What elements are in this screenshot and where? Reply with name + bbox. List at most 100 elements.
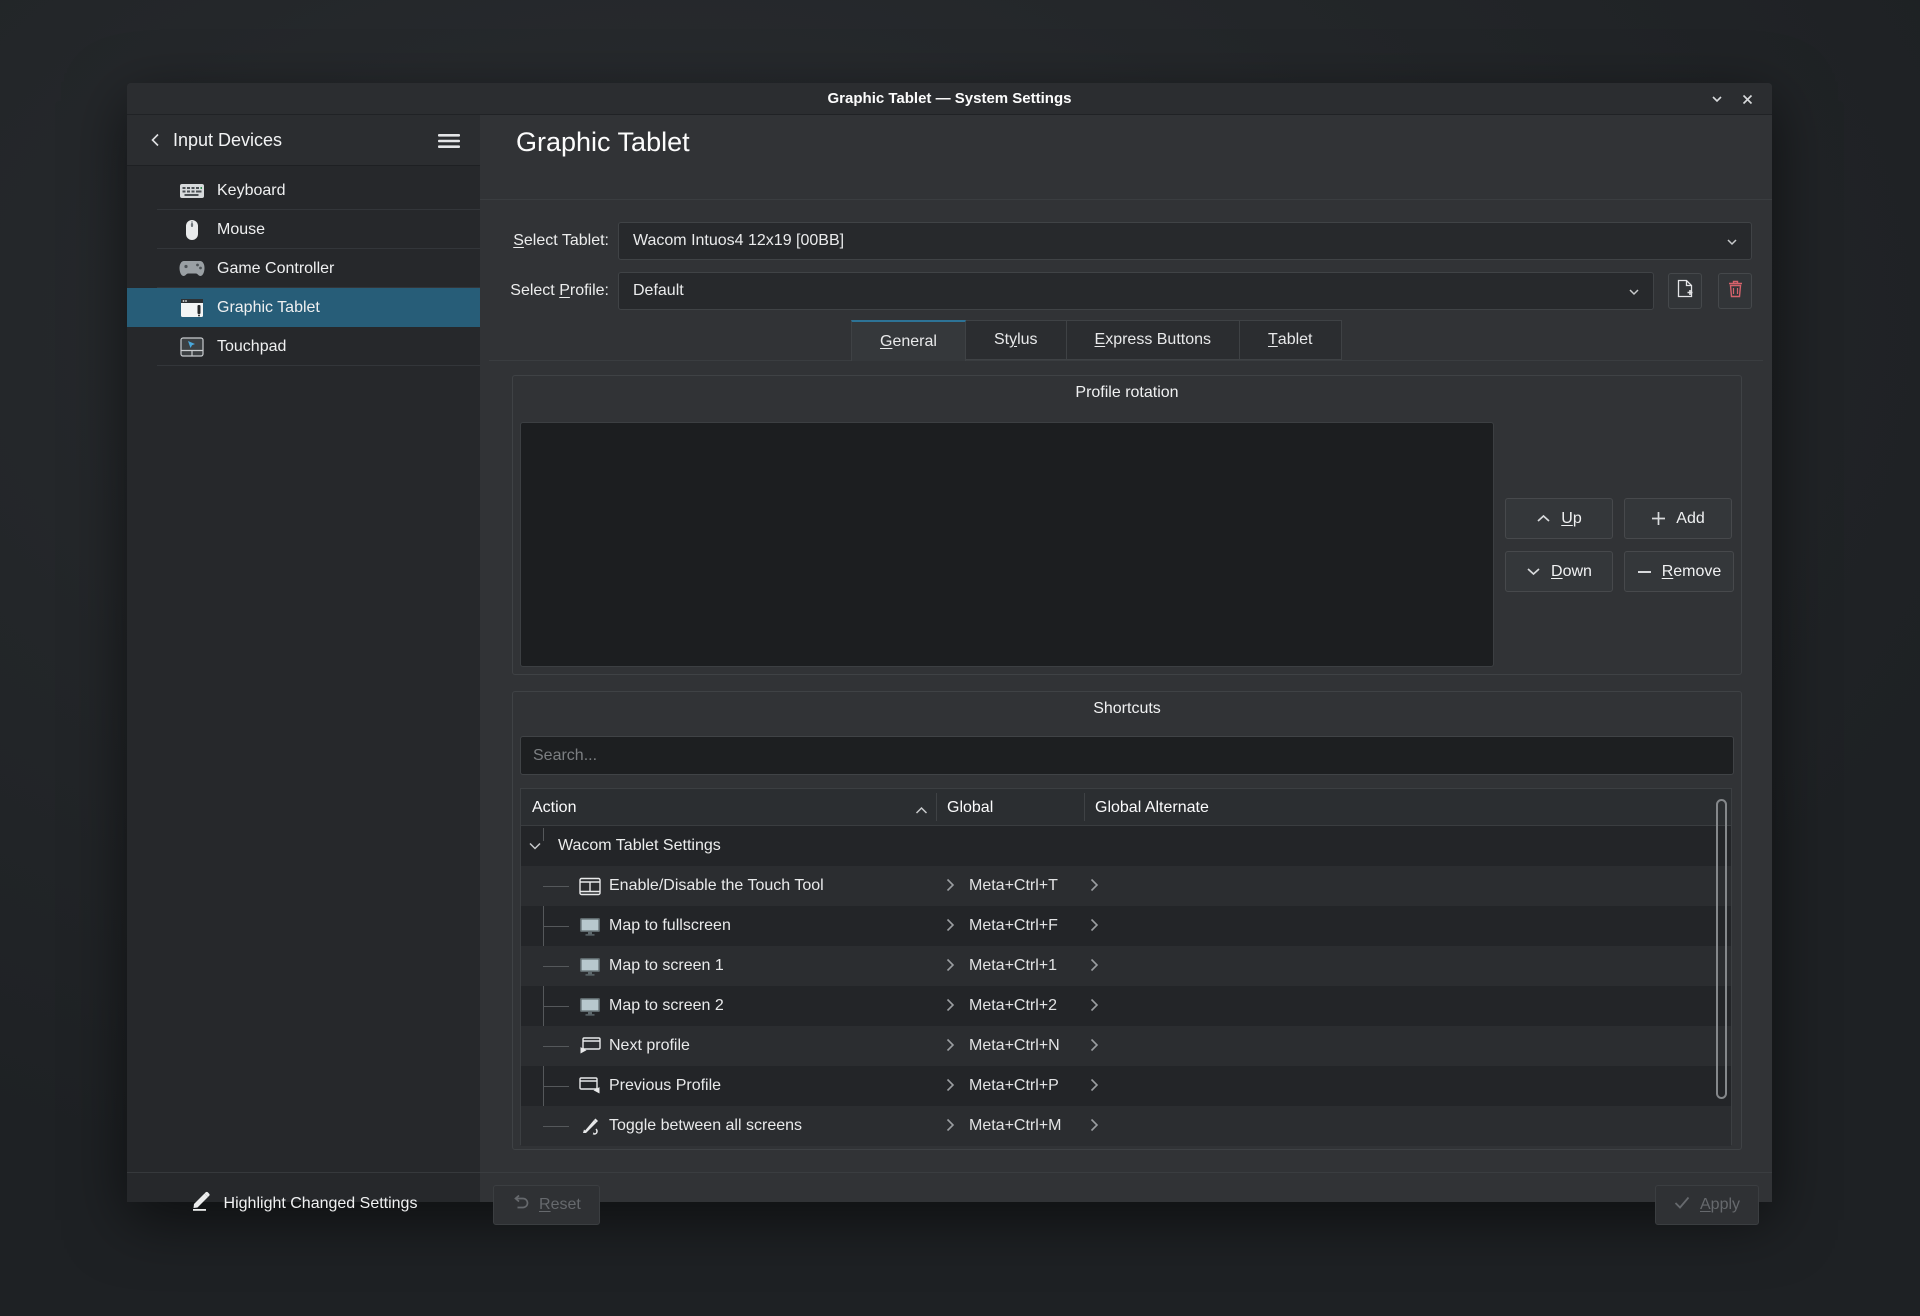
chevron-right-icon[interactable] [1089,998,1099,1017]
sidebar-item-touchpad[interactable]: Touchpad [127,327,480,366]
select-tablet-label: Select Tablet: [489,232,609,250]
shortcuts-table: Action Global Global Alternate Wacom Tab… [520,788,1732,1145]
bottom-bar-separator [480,1172,1772,1173]
shortcut-row-toggle-screens[interactable]: Toggle between all screens Meta+Ctrl+M [521,1106,1731,1146]
sidebar-item-label: Mouse [217,221,265,239]
collapse-expander-icon[interactable] [528,839,542,857]
shortcut-row-next-profile[interactable]: Next profile Meta+Ctrl+N [521,1026,1731,1066]
sidebar-item-mouse[interactable]: Mouse [127,210,480,249]
chevron-right-icon[interactable] [945,918,955,937]
sidebar-item-label: Touchpad [217,338,286,356]
sidebar-title: Input Devices [173,115,282,166]
pen-icon [578,1115,602,1137]
close-icon[interactable] [1734,86,1760,112]
search-input[interactable] [520,736,1734,775]
reset-button[interactable]: Reset [493,1185,600,1225]
chevron-right-icon[interactable] [1089,1038,1099,1057]
remove-button[interactable]: Remove [1624,551,1734,592]
shortcut-row-map-fullscreen[interactable]: Map to fullscreen Meta+Ctrl+F [521,906,1731,946]
touch-tool-icon [578,875,602,897]
minimize-icon[interactable] [1704,86,1730,112]
profile-rotation-title: Profile rotation [513,384,1741,402]
plus-icon [1651,511,1666,526]
chevron-right-icon[interactable] [1089,918,1099,937]
highlighter-icon [190,1191,212,1216]
check-icon [1674,1196,1690,1214]
column-global[interactable]: Global [947,789,993,826]
window-previous-icon [578,1075,602,1097]
column-action[interactable]: Action [532,789,576,826]
sidebar-item-label: Keyboard [217,182,286,200]
sidebar-item-keyboard[interactable]: Keyboard [127,171,480,210]
shortcuts-group: Shortcuts Action Global Global Alternate [512,691,1742,1150]
monitor-icon [578,995,602,1017]
profile-rotation-list[interactable] [520,422,1494,667]
sidebar-item-game-controller[interactable]: Game Controller [127,249,480,288]
new-profile-button[interactable] [1668,273,1702,309]
table-scrollbar[interactable] [1716,799,1727,1099]
down-button[interactable]: Down [1505,551,1613,592]
titlebar[interactable]: Graphic Tablet — System Settings [127,83,1772,115]
document-new-icon [1677,279,1693,303]
content-area: Graphic Tablet Select Tablet: Wacom Intu… [480,115,1772,1202]
chevron-down-icon [1526,566,1541,577]
graphic-tablet-icon [179,296,205,320]
tab-tablet[interactable]: Tablet [1240,320,1341,360]
page-title: Graphic Tablet [516,127,690,158]
undo-icon [512,1195,529,1216]
add-button[interactable]: Add [1624,498,1732,539]
highlight-changed-settings-button[interactable]: Highlight Changed Settings [127,1173,480,1234]
sidebar-item-label: Graphic Tablet [217,299,320,317]
shortcut-row-map-screen-2[interactable]: Map to screen 2 Meta+Ctrl+2 [521,986,1731,1026]
chevron-down-icon [1725,235,1739,254]
chevron-right-icon[interactable] [1089,1118,1099,1137]
keyboard-icon [179,179,205,203]
up-button[interactable]: Up [1505,498,1613,539]
chevron-right-icon[interactable] [1089,958,1099,977]
sidebar-item-graphic-tablet[interactable]: Graphic Tablet [127,288,480,327]
mouse-icon [179,218,205,242]
hamburger-menu-icon[interactable] [436,128,462,154]
tab-general[interactable]: General [851,320,966,361]
back-icon[interactable] [143,127,169,153]
monitor-icon [578,955,602,977]
shortcuts-title: Shortcuts [513,700,1741,718]
tab-express-buttons[interactable]: Express Buttons [1067,320,1241,360]
minus-icon [1637,570,1652,574]
chevron-right-icon[interactable] [945,1038,955,1057]
chevron-right-icon[interactable] [945,1078,955,1097]
heading-separator [480,199,1772,200]
select-profile-label: Select Profile: [489,282,609,300]
profile-rotation-group: Profile rotation Up Add Down Remove [512,375,1742,675]
gamepad-icon [179,257,205,281]
sidebar-header: Input Devices [127,115,480,166]
chevron-down-icon [1627,285,1641,304]
trash-icon [1728,280,1743,303]
sidebar: Input Devices Keyboard Mouse [127,115,480,1202]
sort-ascending-icon [915,802,928,820]
chevron-right-icon[interactable] [945,878,955,897]
chevron-up-icon [1536,513,1551,524]
shortcut-row-touch-tool[interactable]: Enable/Disable the Touch Tool Meta+Ctrl+… [521,866,1731,906]
tab-bar: General Stylus Express Buttons Tablet [851,320,1342,361]
monitor-icon [578,915,602,937]
touchpad-icon [179,335,205,359]
shortcut-group-row[interactable]: Wacom Tablet Settings [521,826,1731,866]
profile-combobox[interactable]: Default [618,272,1654,310]
shortcut-row-map-screen-1[interactable]: Map to screen 1 Meta+Ctrl+1 [521,946,1731,986]
sidebar-item-label: Game Controller [217,260,334,278]
chevron-right-icon[interactable] [1089,878,1099,897]
column-global-alternate[interactable]: Global Alternate [1095,789,1209,826]
window-next-icon [578,1035,602,1057]
sidebar-items: Keyboard Mouse Game Controller [127,171,480,366]
tablet-combobox[interactable]: Wacom Intuos4 12x19 [00BB] [618,222,1752,260]
shortcut-row-previous-profile[interactable]: Previous Profile Meta+Ctrl+P [521,1066,1731,1106]
delete-profile-button[interactable] [1718,273,1752,309]
tab-stylus[interactable]: Stylus [966,320,1067,360]
chevron-right-icon[interactable] [1089,1078,1099,1097]
chevron-right-icon[interactable] [945,1118,955,1137]
apply-button[interactable]: Apply [1655,1185,1759,1225]
chevron-right-icon[interactable] [945,998,955,1017]
chevron-right-icon[interactable] [945,958,955,977]
table-header: Action Global Global Alternate [521,789,1731,826]
